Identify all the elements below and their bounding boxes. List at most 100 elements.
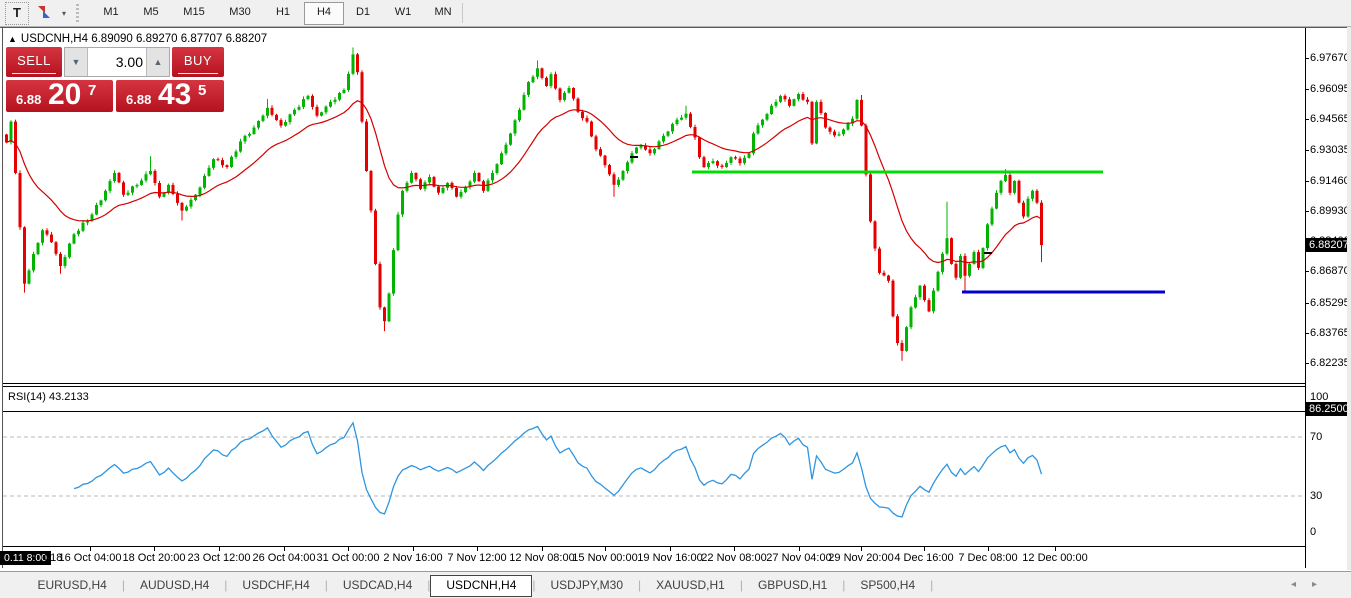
date-tick	[413, 547, 414, 551]
timeframe-button-m30[interactable]: M30	[218, 2, 262, 23]
timeframe-button-m15[interactable]: M15	[172, 2, 216, 23]
ohlc-low: 6.87707	[181, 33, 223, 45]
buy-price-big: 43	[158, 78, 191, 112]
chart-tab-eurusd-h4[interactable]: EURUSD,H4	[22, 575, 121, 595]
chart-tab-sp500-h4[interactable]: SP500,H4	[845, 575, 930, 595]
price-tick	[1305, 303, 1309, 304]
rsi-scale-30: 30	[1310, 490, 1322, 502]
price-axis-label: 6.89930	[1310, 205, 1350, 217]
date-axis-label: 19 Nov 16:00	[637, 552, 702, 564]
sell-button[interactable]: SELL	[6, 47, 62, 77]
blue-arrow-icon	[43, 11, 50, 18]
timeframe-button-w1[interactable]: W1	[384, 2, 422, 23]
price-tick	[1305, 119, 1309, 120]
sell-label: SELL	[17, 53, 51, 68]
buy-button[interactable]: BUY	[172, 47, 224, 77]
ohlc-high: 6.89270	[136, 33, 178, 45]
date-axis-label: 12 Nov 08:00	[509, 552, 574, 564]
ohlc-open: 6.89090	[91, 33, 133, 45]
date-axis-label: 29 Nov 20:00	[828, 552, 893, 564]
spread-decrease-button[interactable]: ▼	[65, 48, 88, 76]
date-tick	[605, 547, 606, 551]
date-axis-label: 4 Dec 16:00	[894, 552, 953, 564]
chart-header: ▲USDCNH,H4 6.89090 6.89270 6.87707 6.882…	[8, 33, 267, 45]
pane-splitter[interactable]	[3, 386, 1305, 387]
date-axis-label: 31 Oct 00:00	[317, 552, 380, 564]
price-axis-label: 6.82235	[1310, 357, 1350, 369]
price-tick	[1305, 89, 1309, 90]
buy-price-prefix: 6.88	[126, 92, 151, 107]
sell-price-button[interactable]: 6.88 20 7	[6, 80, 113, 112]
date-axis-label: 18 Oct 20:00	[123, 552, 186, 564]
price-tick	[1305, 363, 1309, 364]
chart-tab-usdcnh-h4[interactable]: USDCNH,H4	[430, 575, 532, 597]
date-axis-label: 7 Nov 12:00	[447, 552, 506, 564]
rsi-indicator-label: RSI(14) 43.2133	[8, 391, 89, 403]
date-tick	[219, 547, 220, 551]
date-axis-label: 2 Nov 16:00	[383, 552, 442, 564]
date-tick	[348, 547, 349, 551]
spread-increase-button[interactable]: ▲	[146, 48, 169, 76]
chart-tab-gbpusd-h1[interactable]: GBPUSD,H1	[743, 575, 842, 595]
sell-underline	[12, 73, 56, 74]
timeframe-button-m5[interactable]: M5	[132, 2, 170, 23]
date-axis-label: 16 Oct 04:00	[59, 552, 122, 564]
chevron-down-icon[interactable]: ▾	[62, 9, 66, 18]
price-tick	[1305, 150, 1309, 151]
date-axis-label: 22 Nov 08:00	[701, 552, 766, 564]
date-axis-label: 26 Oct 04:00	[253, 552, 316, 564]
chart-tab-usdcad-h4[interactable]: USDCAD,H4	[328, 575, 427, 595]
rsi-scale-0: 0	[1310, 526, 1316, 538]
chart-tab-xauusd-h1[interactable]: XAUUSD,H1	[641, 575, 740, 595]
chart-tab-usdchf-h4[interactable]: USDCHF,H4	[227, 575, 324, 595]
price-axis-label: 6.91460	[1310, 175, 1350, 187]
buy-price-sup: 5	[198, 82, 206, 99]
date-axis-label: 12 Dec 00:00	[1022, 552, 1087, 564]
buy-underline	[178, 73, 218, 74]
date-tick	[477, 547, 478, 551]
moving-average-line	[7, 101, 1042, 263]
date-tick	[154, 547, 155, 551]
price-axis-label: 6.97670	[1310, 52, 1350, 64]
ohlc-close: 6.88207	[226, 33, 268, 45]
toolbar-grip[interactable]	[76, 4, 79, 22]
date-tick	[924, 547, 925, 551]
date-tick	[284, 547, 285, 551]
chart-bottom-border	[3, 546, 1305, 547]
date-axis-label: 15 Nov 00:00	[572, 552, 637, 564]
chart-tab-usdjpy-m30[interactable]: USDJPY,M30	[536, 575, 638, 595]
date-axis[interactable]: 16 Oct 04:0018 Oct 20:0023 Oct 12:0026 O…	[0, 548, 1305, 568]
timeframe-button-h1[interactable]: H1	[264, 2, 302, 23]
timeframe-button-h4[interactable]: H4	[304, 2, 344, 25]
timeframe-button-d1[interactable]: D1	[344, 2, 382, 23]
collapse-triangle-icon[interactable]: ▲	[8, 34, 17, 44]
price-axis-label: 6.83765	[1310, 327, 1350, 339]
window-right-edge	[1347, 27, 1351, 570]
spread-value[interactable]: 3.00	[89, 48, 143, 76]
price-tick	[1305, 271, 1309, 272]
chart-tab-audusd-h4[interactable]: AUDUSD,H4	[125, 575, 224, 595]
timeframe-button-mn[interactable]: MN	[424, 2, 462, 23]
one-click-trade-panel: SELL ▼ 3.00 ▲ BUY 6.88 20 7 6.88 43 5	[6, 47, 224, 112]
pane-splitter-top	[3, 383, 1305, 384]
dash-marker[interactable]	[984, 252, 992, 254]
date-tick	[542, 547, 543, 551]
date-tick	[861, 547, 862, 551]
rsi-level-badge: 86.2500	[1306, 402, 1351, 416]
text-tool-icon[interactable]: T	[5, 2, 29, 25]
chart-tab-bar: EURUSD,H4|AUDUSD,H4|USDCHF,H4|USDCAD,H4|…	[0, 571, 1351, 598]
buy-price-button[interactable]: 6.88 43 5	[116, 80, 224, 112]
price-axis-label: 6.96095	[1310, 83, 1350, 95]
timeframe-button-m1[interactable]: M1	[92, 2, 130, 23]
sell-price-prefix: 6.88	[16, 92, 41, 107]
date-axis-label: 23 Oct 12:00	[188, 552, 251, 564]
dash-marker[interactable]	[630, 156, 638, 158]
arrange-windows-icon[interactable]: ▾	[34, 2, 68, 23]
date-tick	[988, 547, 989, 551]
top-toolbar: T ▾ M1M5M15M30H1H4D1W1MN	[0, 0, 1351, 27]
tab-scroll-arrows[interactable]: ◂▸	[1291, 579, 1333, 590]
rsi-chart-canvas[interactable]	[0, 412, 1305, 546]
spread-stepper: ▼ 3.00 ▲	[64, 47, 170, 77]
price-axis-label: 6.85295	[1310, 297, 1350, 309]
price-tick	[1305, 333, 1309, 334]
